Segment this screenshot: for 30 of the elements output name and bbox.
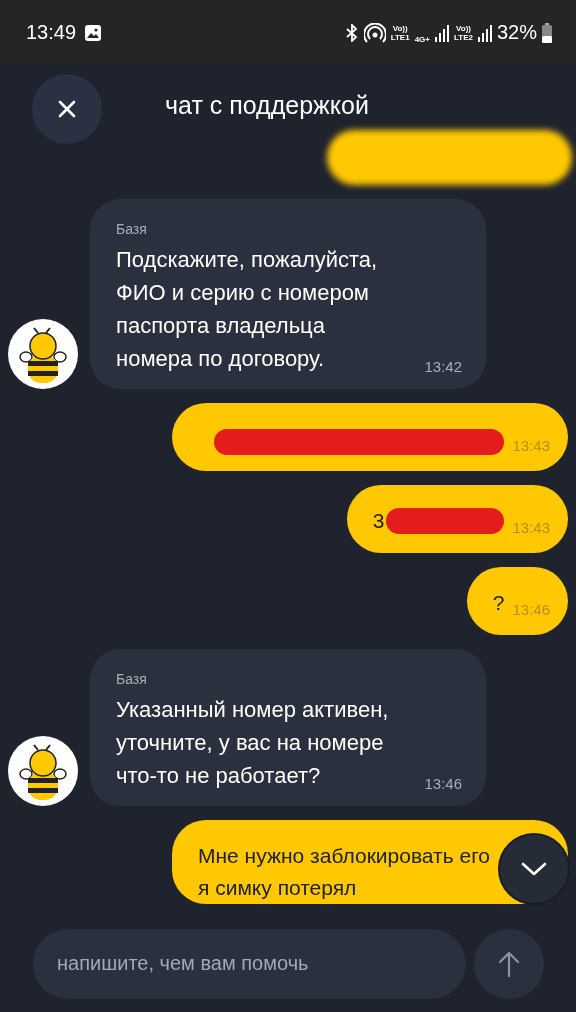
message-time: 13:46 xyxy=(424,775,462,792)
message-text: Подскажите, пожалуйста, ФИО и серию с номером паспорта владельца номера по договору. xyxy=(116,246,379,373)
sender-name: Базя xyxy=(116,671,148,687)
message-text: Указанный номер активен, уточните, у вас на номере что-то не работает? xyxy=(116,696,390,790)
signal-icon xyxy=(435,23,449,42)
hotspot-icon xyxy=(363,22,386,43)
bluetooth-icon xyxy=(344,23,359,42)
battery-icon xyxy=(542,22,552,43)
chat-title: чат с поддержкой xyxy=(165,91,369,120)
network-label: 4G+ xyxy=(414,35,430,44)
message-text: Мне нужно заблокировать его я симку потерял xyxy=(198,843,492,901)
message-time: 13:43 xyxy=(512,519,550,537)
message-text: 3 xyxy=(372,508,385,534)
battery-percent: 32% xyxy=(496,21,537,44)
sim-label: Vo)) LTE2 xyxy=(454,23,473,42)
message-time: 13:42 xyxy=(424,358,462,375)
sim-label: Vo)) LTE1 xyxy=(390,23,410,42)
signal-icon xyxy=(477,23,492,42)
close-icon xyxy=(58,100,76,118)
message-text: ? xyxy=(492,590,505,616)
bee-avatar xyxy=(8,319,78,389)
image-icon xyxy=(84,23,103,42)
message-time: 13:43 xyxy=(512,437,550,455)
message-time: 13:46 xyxy=(512,601,550,619)
chevron-down-icon xyxy=(521,862,547,876)
message-input[interactable]: напишите, чем вам помочь xyxy=(33,928,466,999)
sender-name: Базя xyxy=(116,221,148,237)
arrow-up-icon xyxy=(498,950,520,977)
bee-avatar xyxy=(8,736,78,806)
status-time: 13:49 xyxy=(26,21,77,44)
